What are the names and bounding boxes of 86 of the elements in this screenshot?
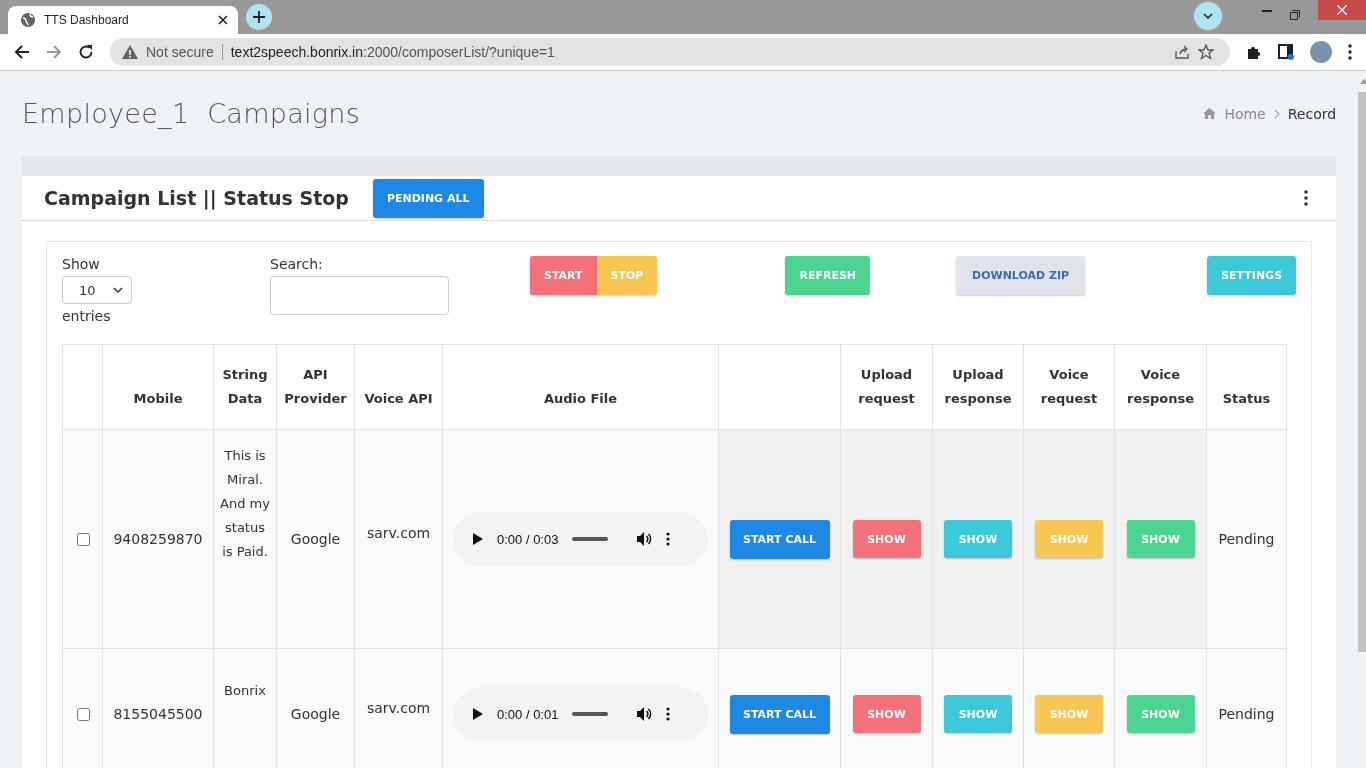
- warning-icon: [122, 45, 138, 59]
- show-button[interactable]: SHOW: [1126, 695, 1195, 733]
- address-bar[interactable]: Not secure text2speech.bonrix.in:2000/composerList/?unique=1: [110, 38, 1230, 66]
- audio-time: 0:00 / 0:01: [497, 706, 559, 722]
- play-icon[interactable]: [473, 533, 483, 545]
- menu-icon[interactable]: [1348, 44, 1352, 60]
- volume-icon[interactable]: [636, 706, 653, 722]
- side-panel-icon[interactable]: [1278, 44, 1294, 60]
- table-cell: Google: [276, 429, 355, 649]
- breadcrumb-current: Record: [1287, 105, 1337, 122]
- browser-tab[interactable]: TTS Dashboard: [8, 6, 238, 34]
- download-button[interactable]: DOWNLOAD ZIP: [956, 256, 1086, 295]
- column-header: Mobile: [133, 391, 183, 406]
- page-size-select[interactable]: 10: [62, 276, 132, 304]
- home-icon: [1203, 108, 1217, 119]
- start-call-button[interactable]: START CALL: [729, 694, 830, 734]
- globe-icon: [20, 12, 36, 28]
- close-window-button[interactable]: [1318, 0, 1366, 20]
- tab-search-button[interactable]: [1194, 1, 1222, 30]
- back-icon[interactable]: [14, 44, 30, 60]
- breadcrumb-link[interactable]: Home: [1224, 105, 1266, 122]
- seek-bar[interactable]: [572, 537, 609, 541]
- restore-icon[interactable]: [1290, 10, 1300, 20]
- audio-player[interactable]: 0:00 / 0:03: [453, 512, 708, 566]
- share-icon[interactable]: [1174, 44, 1190, 60]
- column-header: Audio File: [543, 391, 618, 406]
- card-title: Campaign List || Status Stop: [44, 187, 349, 209]
- refresh-button[interactable]: REFRESH: [785, 256, 871, 295]
- row-checkbox[interactable]: [76, 532, 90, 546]
- search-label: Search:: [270, 256, 324, 272]
- column-header: String Data: [222, 367, 268, 406]
- star-icon[interactable]: [1198, 44, 1214, 60]
- column-header: Voice request: [1040, 367, 1098, 406]
- table-cell: This is Miral. And my status is Paid.: [213, 429, 277, 649]
- more-options-icon[interactable]: [666, 532, 671, 546]
- row-checkbox[interactable]: [76, 707, 90, 721]
- show-button[interactable]: SHOW: [944, 520, 1012, 558]
- show-button[interactable]: SHOW: [852, 695, 921, 733]
- table-cell: Pending: [1206, 648, 1287, 768]
- chevron-down-icon: [1203, 12, 1213, 19]
- search-field[interactable]: [270, 276, 449, 315]
- column-header: Voice API: [364, 391, 433, 406]
- show-button[interactable]: SHOW: [852, 520, 921, 558]
- more-options-icon[interactable]: [666, 707, 671, 721]
- show-button[interactable]: SHOW: [944, 695, 1012, 733]
- puzzle-icon[interactable]: [1246, 44, 1262, 60]
- column-header: Upload response: [944, 367, 1012, 406]
- table-cell: Pending: [1206, 429, 1287, 649]
- profile-avatar[interactable]: [1310, 41, 1332, 63]
- caret-icon: [113, 287, 123, 293]
- url-text: text2speech.bonrix.in:2000/composerList/?unique=1: [230, 44, 555, 60]
- close-icon[interactable]: [218, 15, 228, 25]
- pending-all-button[interactable]: PENDING ALL: [372, 178, 484, 218]
- more-options-icon[interactable]: [1304, 190, 1309, 206]
- audio-player[interactable]: 0:00 / 0:01: [453, 687, 708, 741]
- table-cell: Bonrix: [213, 648, 277, 768]
- table-cell: sarv.com: [354, 648, 443, 768]
- volume-icon[interactable]: [636, 531, 653, 547]
- reload-icon[interactable]: [78, 44, 94, 60]
- start-button[interactable]: START: [530, 256, 597, 295]
- stop-button[interactable]: STOP: [596, 256, 658, 295]
- column-header: Voice response: [1127, 367, 1194, 406]
- show-button[interactable]: SHOW: [1126, 520, 1195, 558]
- new-tab-button[interactable]: [246, 4, 272, 30]
- seek-bar[interactable]: [572, 712, 609, 716]
- page-title: Employee_1 Campaigns: [22, 98, 362, 129]
- chevron-icon: [1273, 108, 1280, 119]
- show-button[interactable]: SHOW: [1035, 520, 1103, 558]
- entries-label: entries: [62, 308, 111, 324]
- close-icon: [1337, 5, 1347, 15]
- table-cell: 9408259870: [102, 429, 214, 649]
- column-header: Upload request: [858, 367, 915, 406]
- table-cell: 8155045500: [102, 648, 214, 768]
- settings-button[interactable]: SETTINGS: [1207, 256, 1297, 295]
- audio-time: 0:00 / 0:03: [497, 531, 559, 547]
- column-header: Status: [1222, 391, 1271, 406]
- plus-icon: [253, 11, 265, 23]
- start-call-button[interactable]: START CALL: [729, 519, 830, 559]
- show-button[interactable]: SHOW: [1035, 695, 1103, 733]
- table-cell: sarv.com: [354, 429, 443, 649]
- table-cell: Google: [276, 648, 355, 768]
- show-label: Show: [62, 256, 100, 272]
- forward-icon[interactable]: [46, 44, 62, 60]
- play-icon[interactable]: [473, 708, 483, 720]
- column-header: API Provider: [284, 367, 347, 406]
- security-label: Not secure: [146, 44, 214, 60]
